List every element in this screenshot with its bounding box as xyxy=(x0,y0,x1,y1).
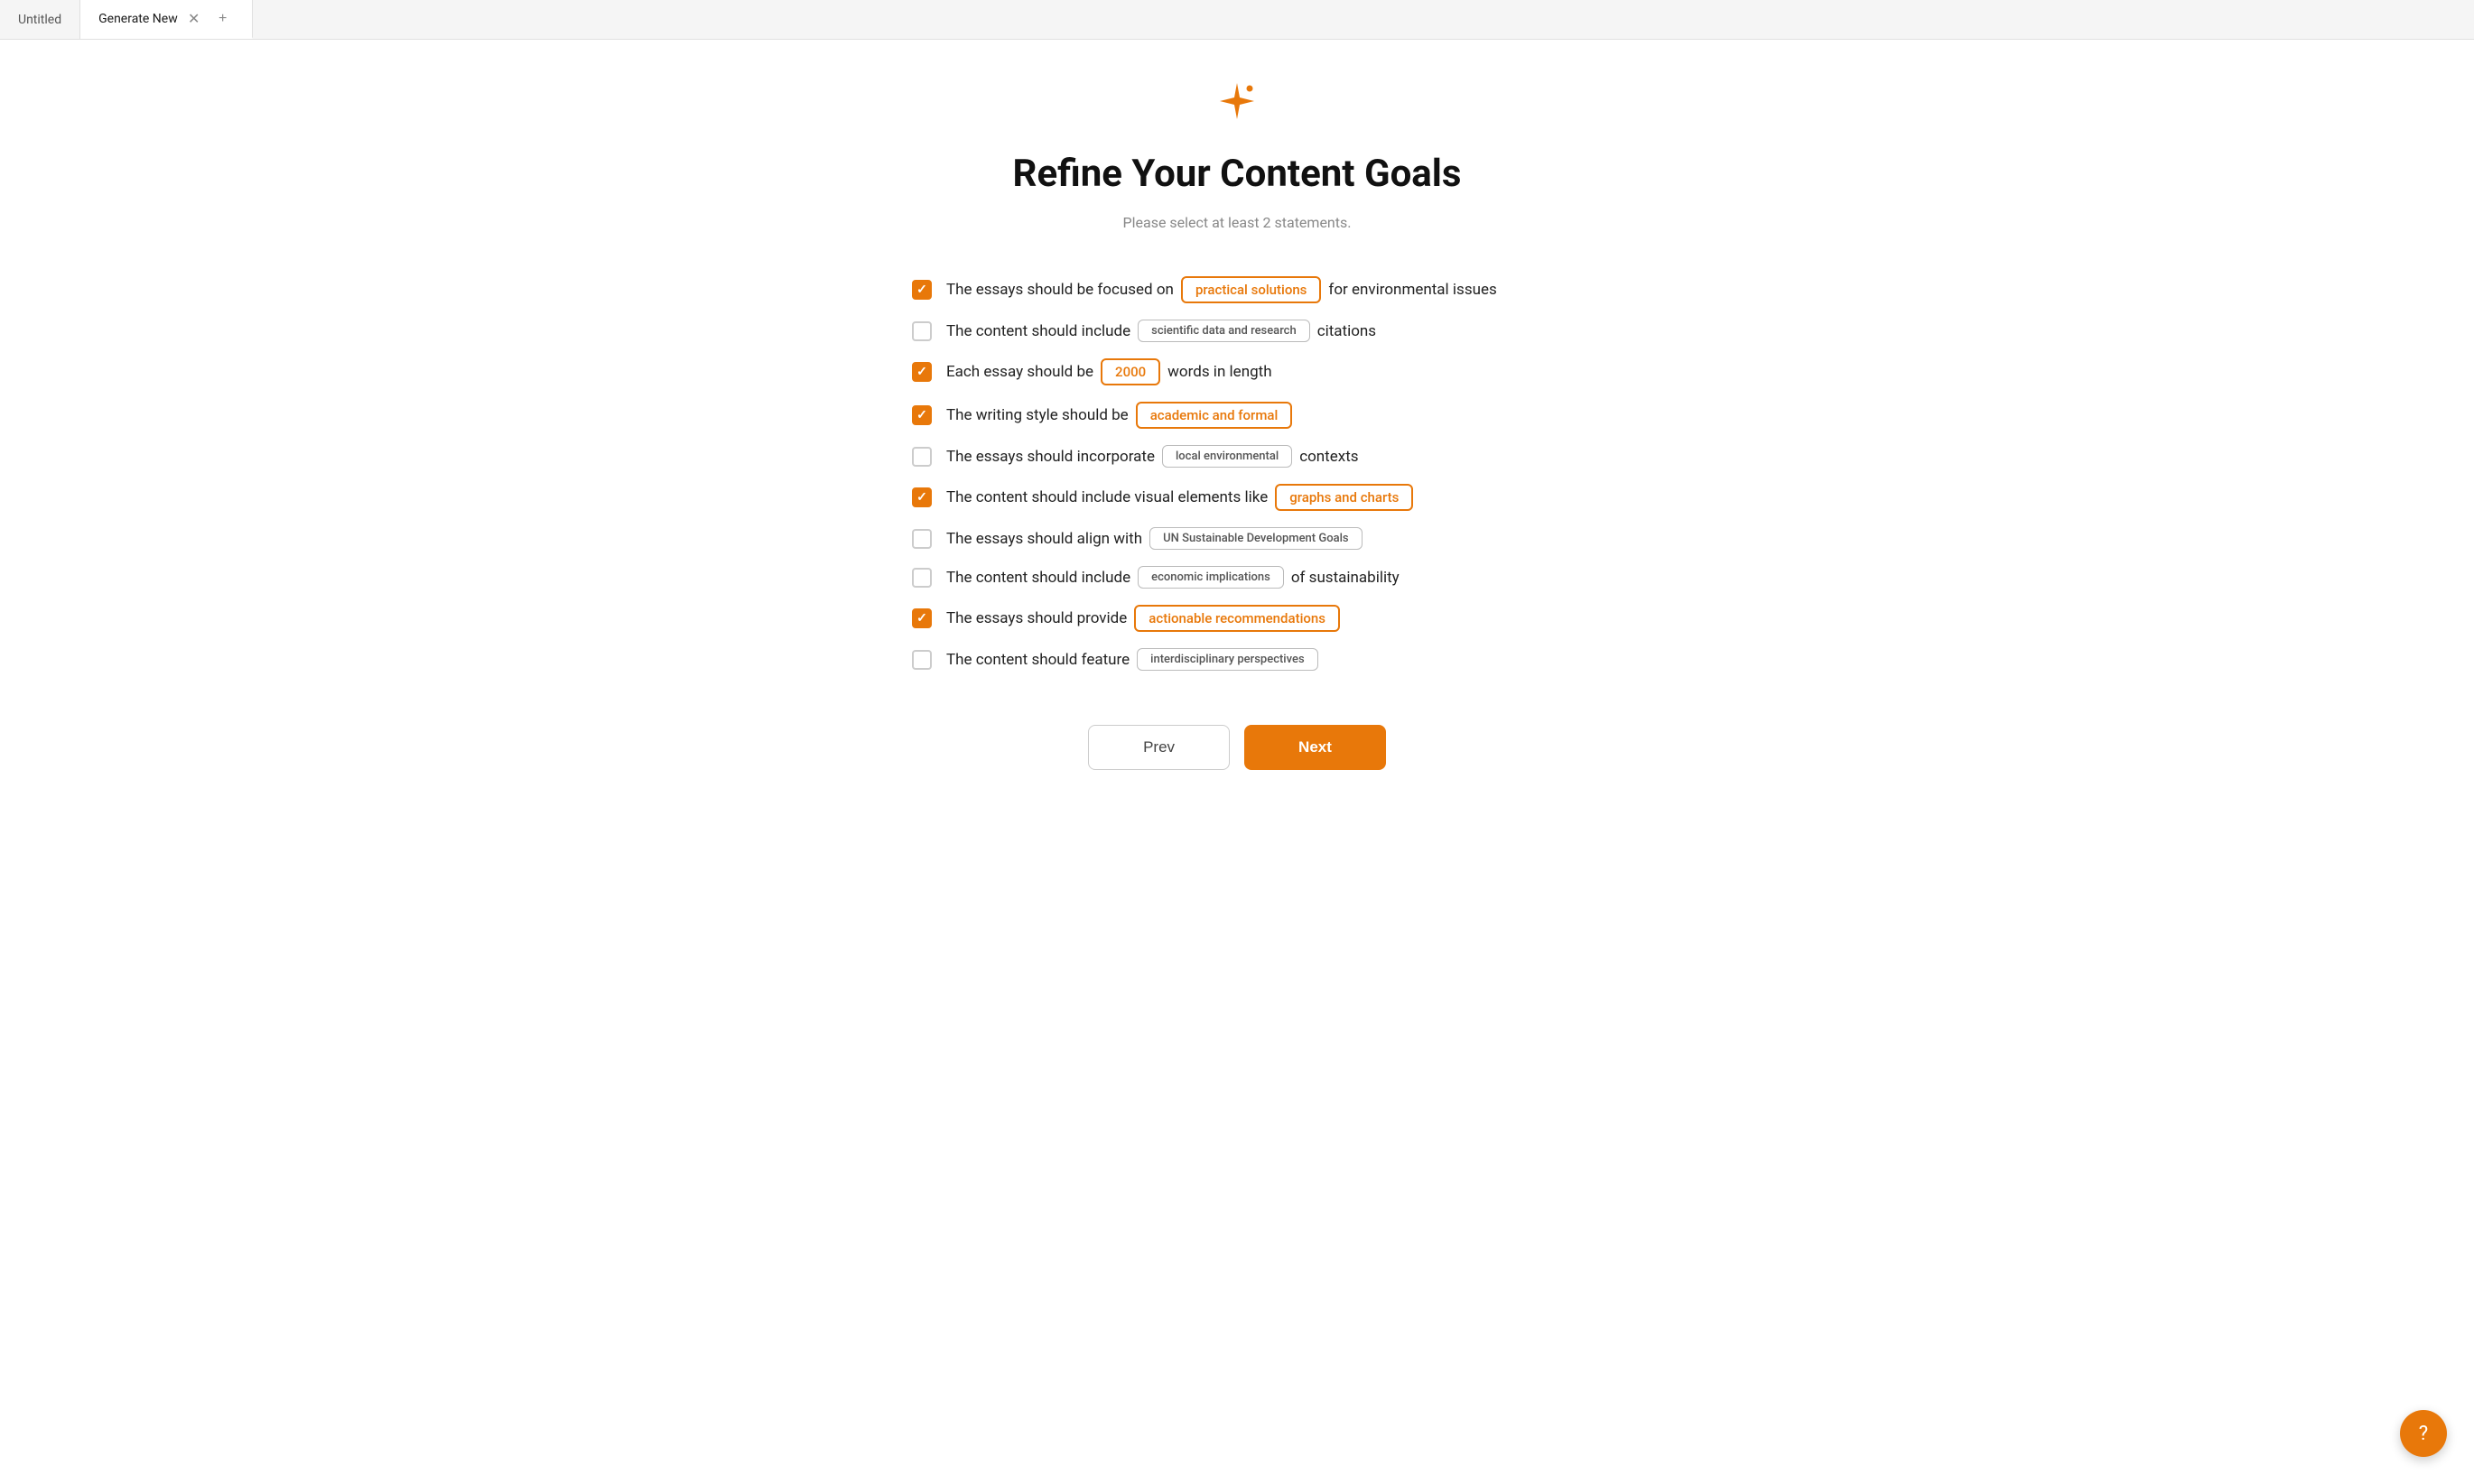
statement-row-8: The content should include economic impli… xyxy=(912,566,1562,589)
checkbox-8[interactable] xyxy=(912,568,932,588)
next-button[interactable]: Next xyxy=(1244,725,1386,770)
page-title: Refine Your Content Goals xyxy=(1013,152,1462,196)
statement-tag-4[interactable]: academic and formal xyxy=(1136,402,1293,429)
statement-text-7: The essays should align with UN Sustainab… xyxy=(946,527,1363,550)
checkbox-7[interactable] xyxy=(912,529,932,549)
checkbox-9[interactable] xyxy=(912,608,932,628)
statement-text-4: The writing style should be academic and … xyxy=(946,402,1292,429)
statement-text-5: The essays should incorporate local envir… xyxy=(946,445,1359,468)
checkbox-1[interactable] xyxy=(912,280,932,300)
statement-row-2: The content should include scientific dat… xyxy=(912,320,1562,342)
checkbox-4[interactable] xyxy=(912,405,932,425)
statement-prefix-5: The essays should incorporate xyxy=(946,448,1155,466)
statement-suffix-5: contexts xyxy=(1299,448,1358,466)
statement-tag-9[interactable]: actionable recommendations xyxy=(1134,605,1340,632)
checkbox-2[interactable] xyxy=(912,321,932,341)
statement-row-1: The essays should be focused on practical… xyxy=(912,276,1562,303)
statement-row-9: The essays should provide actionable reco… xyxy=(912,605,1562,632)
statement-suffix-2: citations xyxy=(1317,322,1376,340)
statement-text-8: The content should include economic impli… xyxy=(946,566,1400,589)
tab-generate-new-label: Generate New xyxy=(98,12,178,26)
checkbox-6[interactable] xyxy=(912,487,932,507)
statement-prefix-9: The essays should provide xyxy=(946,609,1127,627)
statement-tag-7[interactable]: UN Sustainable Development Goals xyxy=(1149,527,1362,550)
support-icon: ? xyxy=(2419,1423,2428,1445)
button-row: Prev Next xyxy=(1088,725,1386,770)
tab-add-button[interactable]: + xyxy=(212,8,234,30)
statement-suffix-8: of sustainability xyxy=(1291,569,1400,587)
statement-suffix-1: for environmental issues xyxy=(1328,281,1496,299)
statement-prefix-4: The writing style should be xyxy=(946,406,1129,424)
tab-actions: ✕ + xyxy=(183,8,234,30)
statement-prefix-6: The content should include visual elemen… xyxy=(946,488,1268,506)
statement-tag-3[interactable]: 2000 xyxy=(1101,358,1160,385)
statement-prefix-1: The essays should be focused on xyxy=(946,281,1174,299)
statement-row-6: The content should include visual elemen… xyxy=(912,484,1562,511)
support-fab[interactable]: ? xyxy=(2400,1410,2447,1457)
statement-prefix-8: The content should include xyxy=(946,569,1130,587)
statement-prefix-7: The essays should align with xyxy=(946,530,1142,548)
statement-suffix-3: words in length xyxy=(1167,363,1271,381)
statement-text-6: The content should include visual elemen… xyxy=(946,484,1413,511)
statement-text-10: The content should feature interdisciplin… xyxy=(946,648,1318,671)
tab-generate-new[interactable]: Generate New ✕ + xyxy=(80,0,253,39)
statement-text-1: The essays should be focused on practical… xyxy=(946,276,1497,303)
statement-prefix-3: Each essay should be xyxy=(946,363,1093,381)
statement-row-10: The content should feature interdisciplin… xyxy=(912,648,1562,671)
statement-row-7: The essays should align with UN Sustainab… xyxy=(912,527,1562,550)
subtitle: Please select at least 2 statements. xyxy=(1123,214,1352,231)
statement-row-3: Each essay should be 2000 words in length xyxy=(912,358,1562,385)
checkbox-3[interactable] xyxy=(912,362,932,382)
statement-prefix-2: The content should include xyxy=(946,322,1130,340)
checkbox-5[interactable] xyxy=(912,447,932,467)
statement-text-9: The essays should provide actionable reco… xyxy=(946,605,1340,632)
main-content: Refine Your Content Goals Please select … xyxy=(831,40,1643,842)
statement-prefix-10: The content should feature xyxy=(946,651,1130,669)
statement-tag-2[interactable]: scientific data and research xyxy=(1138,320,1310,342)
tab-untitled[interactable]: Untitled xyxy=(0,0,80,39)
statement-text-3: Each essay should be 2000 words in length xyxy=(946,358,1272,385)
checkbox-10[interactable] xyxy=(912,650,932,670)
prev-button[interactable]: Prev xyxy=(1088,725,1230,770)
tab-untitled-label: Untitled xyxy=(18,13,61,27)
sparkle-icon xyxy=(1212,76,1262,134)
statements-list: The essays should be focused on practical… xyxy=(912,276,1562,671)
statement-tag-10[interactable]: interdisciplinary perspectives xyxy=(1137,648,1318,671)
statement-row-4: The writing style should be academic and … xyxy=(912,402,1562,429)
statement-tag-1[interactable]: practical solutions xyxy=(1181,276,1321,303)
tab-bar: Untitled Generate New ✕ + xyxy=(0,0,2474,40)
statement-tag-6[interactable]: graphs and charts xyxy=(1275,484,1413,511)
statement-tag-5[interactable]: local environmental xyxy=(1162,445,1292,468)
statement-row-5: The essays should incorporate local envir… xyxy=(912,445,1562,468)
statement-text-2: The content should include scientific dat… xyxy=(946,320,1376,342)
tab-close-button[interactable]: ✕ xyxy=(183,8,205,30)
statement-tag-8[interactable]: economic implications xyxy=(1138,566,1284,589)
